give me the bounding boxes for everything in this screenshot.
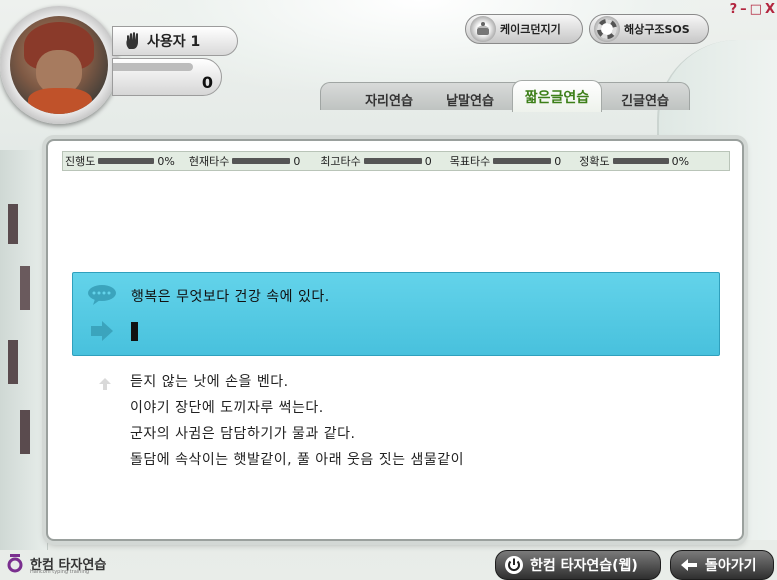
stat-accuracy: 정확도 0% bbox=[579, 153, 689, 169]
stat-progress: 진행도 0% bbox=[65, 153, 175, 169]
tab-long-text-practice[interactable]: 긴글연습 bbox=[612, 88, 678, 110]
close-button[interactable]: X bbox=[765, 2, 775, 17]
stat-accuracy-gauge bbox=[612, 158, 669, 164]
book-decor bbox=[20, 266, 30, 310]
brand-logo: 한컴 타자연습 Hancom typing training bbox=[6, 552, 106, 575]
bookshelf-decor bbox=[0, 150, 48, 550]
stat-current-speed-label: 현재타수 bbox=[188, 155, 230, 168]
help-button[interactable]: ? bbox=[730, 2, 738, 17]
arrow-right-icon bbox=[91, 321, 113, 341]
brand-subtitle: Hancom typing training bbox=[30, 569, 90, 575]
back-button[interactable]: 돌아가기 bbox=[670, 550, 774, 580]
typing-input[interactable] bbox=[129, 319, 699, 343]
current-sentence-box: 행복은 무엇보다 건강 속에 있다. bbox=[72, 272, 720, 356]
tab-position-practice[interactable]: 자리연습 bbox=[356, 88, 422, 110]
hancom-logo-icon bbox=[7, 554, 23, 573]
text-caret bbox=[131, 322, 138, 341]
upcoming-sentence: 이야기 장단에 도끼자루 썩는다. bbox=[130, 400, 324, 416]
user-name: 사용자 1 bbox=[147, 34, 201, 50]
window-controls: ? – □ X bbox=[730, 2, 775, 17]
avatar-portrait bbox=[10, 16, 108, 114]
sea-rescue-button[interactable]: 해상구조SOS bbox=[589, 14, 709, 44]
stat-target-speed-value: 0 bbox=[554, 154, 562, 168]
stat-accuracy-label: 정확도 bbox=[579, 155, 610, 168]
power-icon bbox=[505, 556, 523, 574]
upcoming-sentence: 돌담에 속삭이는 햇발같이, 풀 아래 웃음 짓는 샘물같이 bbox=[130, 452, 464, 468]
avatar bbox=[0, 6, 118, 124]
stat-progress-label: 진행도 bbox=[65, 155, 96, 168]
tab-word-practice[interactable]: 낱말연습 bbox=[436, 88, 504, 110]
cake-throw-label: 케이크던지기 bbox=[500, 23, 561, 36]
stat-max-speed-label: 최고타수 bbox=[320, 155, 361, 168]
minimize-button[interactable]: – bbox=[740, 2, 747, 17]
hand-icon bbox=[126, 32, 138, 49]
upcoming-sentence: 듣지 않는 낫에 손을 벤다. bbox=[130, 374, 289, 390]
stat-current-speed-gauge bbox=[232, 158, 291, 164]
book-decor bbox=[20, 410, 30, 454]
sea-rescue-label: 해상구조SOS bbox=[624, 23, 690, 36]
stat-current-speed-value: 0 bbox=[293, 154, 301, 168]
stat-max-speed-gauge bbox=[363, 158, 422, 164]
maximize-button[interactable]: □ bbox=[750, 2, 762, 17]
cake-icon bbox=[470, 16, 496, 42]
score-track bbox=[113, 63, 193, 71]
stat-progress-gauge bbox=[98, 158, 155, 164]
upcoming-sentences: 듣지 않는 낫에 손을 벤다. 이야기 장단에 도끼자루 썩는다. 군자의 사귐… bbox=[130, 369, 464, 473]
stat-progress-value: 0% bbox=[157, 154, 175, 168]
arrow-up-icon bbox=[99, 378, 111, 390]
speech-bubble-icon bbox=[88, 285, 116, 305]
lifebuoy-icon bbox=[594, 16, 620, 42]
stat-target-speed-gauge bbox=[493, 158, 552, 164]
target-sentence: 행복은 무엇보다 건강 속에 있다. bbox=[131, 289, 330, 305]
user-score-panel: 0 bbox=[112, 58, 222, 96]
upcoming-sentence: 군자의 사귐은 담담하기가 물과 같다. bbox=[130, 426, 356, 442]
stat-accuracy-value: 0% bbox=[671, 154, 690, 168]
stat-current-speed: 현재타수 0 bbox=[189, 153, 300, 169]
practice-panel: 진행도 0% 현재타수 0 최고타수 0 목표타수 0 정확도 0% 행복은 무… bbox=[46, 139, 744, 541]
book-decor bbox=[8, 340, 18, 384]
stat-max-speed: 최고타수 0 bbox=[320, 153, 431, 169]
book-decor bbox=[8, 204, 18, 244]
stat-target-speed: 목표타수 0 bbox=[450, 153, 561, 169]
web-version-label: 한컴 타자연습(웹) bbox=[530, 558, 638, 574]
user-score: 0 bbox=[201, 73, 213, 92]
cake-throw-button[interactable]: 케이크던지기 bbox=[465, 14, 583, 44]
web-version-button[interactable]: 한컴 타자연습(웹) bbox=[495, 550, 661, 580]
stats-bar: 진행도 0% 현재타수 0 최고타수 0 목표타수 0 정확도 0% bbox=[62, 151, 730, 171]
arrow-left-icon bbox=[681, 559, 697, 571]
back-label: 돌아가기 bbox=[705, 558, 757, 574]
avatar-body bbox=[28, 88, 92, 114]
stat-max-speed-value: 0 bbox=[424, 154, 432, 168]
tab-short-text-practice[interactable]: 짧은글연습 bbox=[512, 80, 602, 112]
user-name-bar: 사용자 1 bbox=[112, 26, 238, 56]
stat-target-speed-label: 목표타수 bbox=[449, 155, 491, 168]
